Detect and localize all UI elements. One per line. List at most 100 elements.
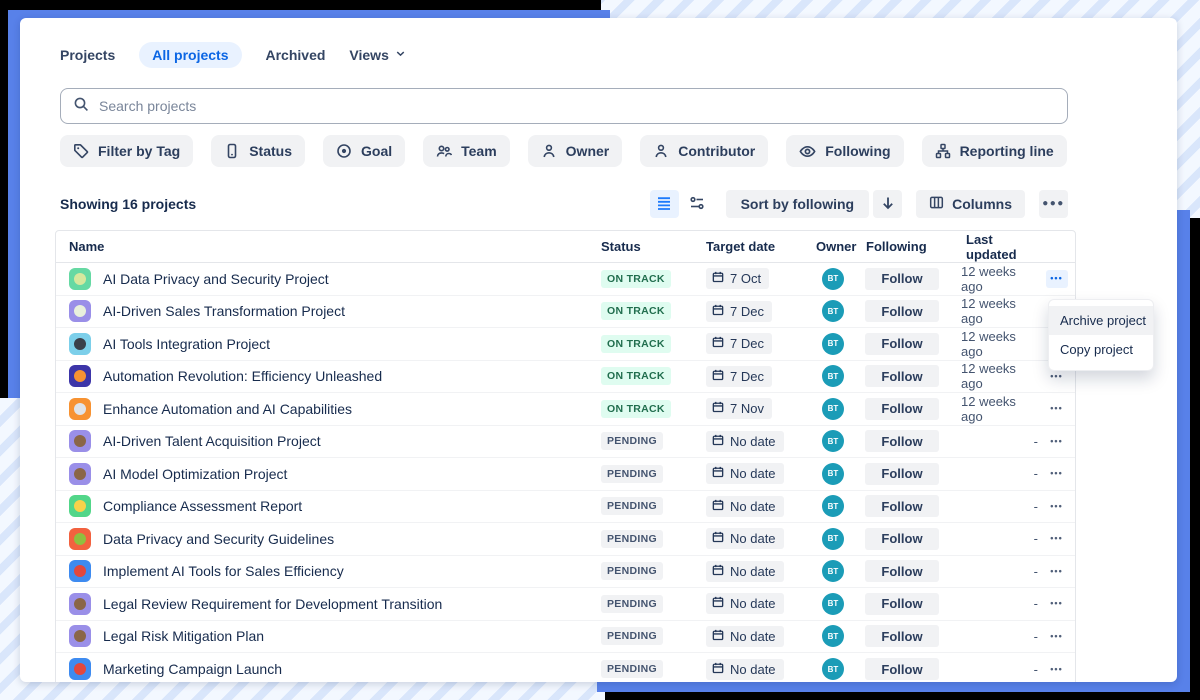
- follow-button[interactable]: Follow: [865, 398, 939, 420]
- sort-direction-button[interactable]: [873, 190, 902, 218]
- follow-button[interactable]: Follow: [865, 333, 939, 355]
- project-name[interactable]: Legal Risk Mitigation Plan: [103, 628, 264, 644]
- project-name[interactable]: AI-Driven Talent Acquisition Project: [103, 433, 321, 449]
- kiwi-icon: [69, 528, 91, 550]
- filter-chip-following[interactable]: Following: [786, 135, 903, 167]
- filter-chip-row: Filter by Tag Status Goal Team Owner Contribu…: [60, 135, 1067, 167]
- project-name[interactable]: Marketing Campaign Launch: [103, 661, 282, 677]
- sort-button[interactable]: Sort by following: [726, 190, 870, 218]
- owner-avatar[interactable]: BT: [822, 495, 844, 517]
- status-badge: PENDING: [601, 497, 663, 515]
- nav-tab-archived[interactable]: Archived: [266, 47, 326, 63]
- columns-button[interactable]: Columns: [916, 190, 1025, 218]
- last-updated: -: [961, 458, 1038, 490]
- row-more-button[interactable]: •••: [1046, 432, 1068, 450]
- table-row[interactable]: Marketing Campaign Launch PENDING No dat…: [56, 653, 1075, 682]
- owner-avatar[interactable]: BT: [822, 463, 844, 485]
- menu-item-copy-project[interactable]: Copy project: [1049, 335, 1153, 364]
- filter-chip-team[interactable]: Team: [423, 135, 510, 167]
- search-bar[interactable]: [60, 88, 1068, 124]
- follow-button[interactable]: Follow: [865, 430, 939, 452]
- project-name[interactable]: Automation Revolution: Efficiency Unleas…: [103, 368, 382, 384]
- follow-button[interactable]: Follow: [865, 463, 939, 485]
- filter-chip-goal[interactable]: Goal: [323, 135, 405, 167]
- table-row[interactable]: Legal Risk Mitigation Plan PENDING No da…: [56, 621, 1075, 654]
- owner-avatar[interactable]: BT: [822, 528, 844, 550]
- project-name[interactable]: Implement AI Tools for Sales Efficiency: [103, 563, 344, 579]
- follow-button[interactable]: Follow: [865, 365, 939, 387]
- table-row[interactable]: Compliance Assessment Report PENDING No …: [56, 491, 1075, 524]
- row-more-button[interactable]: •••: [1046, 530, 1068, 548]
- last-updated: 12 weeks ago: [961, 296, 1038, 328]
- column-header-last-updated[interactable]: Last updated: [961, 232, 1038, 262]
- decorative-background: Projects All projects Archived Views Fil…: [0, 0, 1200, 700]
- row-more-button[interactable]: •••: [1046, 465, 1068, 483]
- table-row[interactable]: AI-Driven Sales Transformation Project O…: [56, 296, 1075, 329]
- nav-tab-all-projects[interactable]: All projects: [139, 42, 241, 68]
- table-row[interactable]: AI Tools Integration Project ON TRACK 7 …: [56, 328, 1075, 361]
- follow-button[interactable]: Follow: [865, 593, 939, 615]
- toolbar-more-button[interactable]: ●●●: [1039, 190, 1068, 218]
- owner-avatar[interactable]: BT: [822, 398, 844, 420]
- project-name[interactable]: AI Tools Integration Project: [103, 336, 270, 352]
- table-row[interactable]: AI Model Optimization Project PENDING No…: [56, 458, 1075, 491]
- column-header-following[interactable]: Following: [861, 239, 961, 254]
- follow-button[interactable]: Follow: [865, 495, 939, 517]
- column-header-target-date[interactable]: Target date: [706, 239, 811, 254]
- follow-button[interactable]: Follow: [865, 300, 939, 322]
- table-row[interactable]: Implement AI Tools for Sales Efficiency …: [56, 556, 1075, 589]
- group-view-button[interactable]: [683, 190, 712, 218]
- follow-button[interactable]: Follow: [865, 268, 939, 290]
- owner-avatar[interactable]: BT: [822, 268, 844, 290]
- project-name[interactable]: Enhance Automation and AI Capabilities: [103, 401, 352, 417]
- target-date-pill: No date: [706, 528, 784, 549]
- table-row[interactable]: Data Privacy and Security Guidelines PEN…: [56, 523, 1075, 556]
- project-name[interactable]: AI Data Privacy and Security Project: [103, 271, 329, 287]
- coconut-icon: [69, 625, 91, 647]
- filter-chip-filter-by-tag[interactable]: Filter by Tag: [60, 135, 193, 167]
- owner-avatar[interactable]: BT: [822, 300, 844, 322]
- owner-avatar[interactable]: BT: [822, 430, 844, 452]
- project-name[interactable]: Legal Review Requirement for Development…: [103, 596, 442, 612]
- project-name[interactable]: AI-Driven Sales Transformation Project: [103, 303, 345, 319]
- owner-avatar[interactable]: BT: [822, 333, 844, 355]
- project-name[interactable]: Data Privacy and Security Guidelines: [103, 531, 334, 547]
- table-row[interactable]: AI-Driven Talent Acquisition Project PEN…: [56, 426, 1075, 459]
- owner-avatar[interactable]: BT: [822, 365, 844, 387]
- row-more-button[interactable]: •••: [1046, 562, 1068, 580]
- filter-chip-owner[interactable]: Owner: [528, 135, 623, 167]
- row-more-button[interactable]: •••: [1046, 497, 1068, 515]
- follow-button[interactable]: Follow: [865, 625, 939, 647]
- follow-button[interactable]: Follow: [865, 528, 939, 550]
- owner-avatar[interactable]: BT: [822, 593, 844, 615]
- table-row[interactable]: AI Data Privacy and Security Project ON …: [56, 263, 1075, 296]
- nav-tab-projects[interactable]: Projects: [60, 47, 115, 63]
- owner-avatar[interactable]: BT: [822, 658, 844, 680]
- filter-chip-status[interactable]: Status: [211, 135, 305, 167]
- projects-table: Name Status Target date Owner Following …: [55, 230, 1076, 682]
- row-more-button[interactable]: •••: [1046, 270, 1068, 288]
- owner-avatar[interactable]: BT: [822, 560, 844, 582]
- last-updated: -: [961, 556, 1038, 588]
- column-header-name[interactable]: Name: [56, 239, 601, 254]
- project-name[interactable]: Compliance Assessment Report: [103, 498, 302, 514]
- follow-button[interactable]: Follow: [865, 560, 939, 582]
- column-header-status[interactable]: Status: [601, 239, 706, 254]
- list-view-button[interactable]: [650, 190, 679, 218]
- follow-button[interactable]: Follow: [865, 658, 939, 680]
- row-more-button[interactable]: •••: [1046, 595, 1068, 613]
- table-row[interactable]: Enhance Automation and AI Capabilities O…: [56, 393, 1075, 426]
- table-row[interactable]: Legal Review Requirement for Development…: [56, 588, 1075, 621]
- filter-chip-reporting-line[interactable]: Reporting line: [922, 135, 1067, 167]
- column-header-owner[interactable]: Owner: [811, 239, 861, 254]
- row-more-button[interactable]: •••: [1046, 660, 1068, 678]
- row-more-button[interactable]: •••: [1046, 400, 1068, 418]
- menu-item-archive-project[interactable]: Archive project: [1049, 306, 1153, 335]
- row-more-button[interactable]: •••: [1046, 627, 1068, 645]
- search-input[interactable]: [99, 98, 1055, 114]
- project-name[interactable]: AI Model Optimization Project: [103, 466, 287, 482]
- owner-avatar[interactable]: BT: [822, 625, 844, 647]
- table-row[interactable]: Automation Revolution: Efficiency Unleas…: [56, 361, 1075, 394]
- filter-chip-contributor[interactable]: Contributor: [640, 135, 768, 167]
- nav-views-dropdown[interactable]: Views: [349, 47, 406, 63]
